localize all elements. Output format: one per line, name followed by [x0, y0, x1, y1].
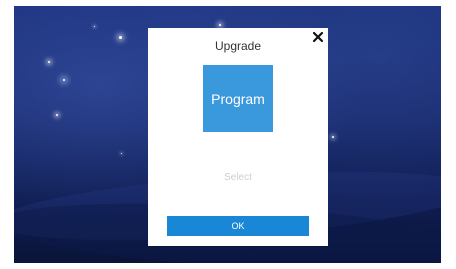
upgrade-dialog: Upgrade Program Select OK	[148, 28, 328, 246]
close-button[interactable]	[311, 30, 325, 44]
background-star	[121, 153, 122, 154]
background-star	[119, 36, 122, 39]
background-star	[48, 61, 50, 63]
dialog-title: Upgrade	[214, 39, 262, 53]
background-star	[332, 136, 334, 138]
select-text[interactable]: Select	[148, 172, 328, 183]
ok-button[interactable]: OK	[167, 216, 309, 236]
background-star	[94, 26, 95, 27]
background-star	[56, 114, 58, 116]
program-tile[interactable]: Program	[203, 65, 273, 132]
program-tile-label: Program	[211, 90, 265, 107]
background-star	[63, 79, 65, 81]
close-icon	[312, 31, 324, 43]
background-star	[219, 24, 221, 26]
